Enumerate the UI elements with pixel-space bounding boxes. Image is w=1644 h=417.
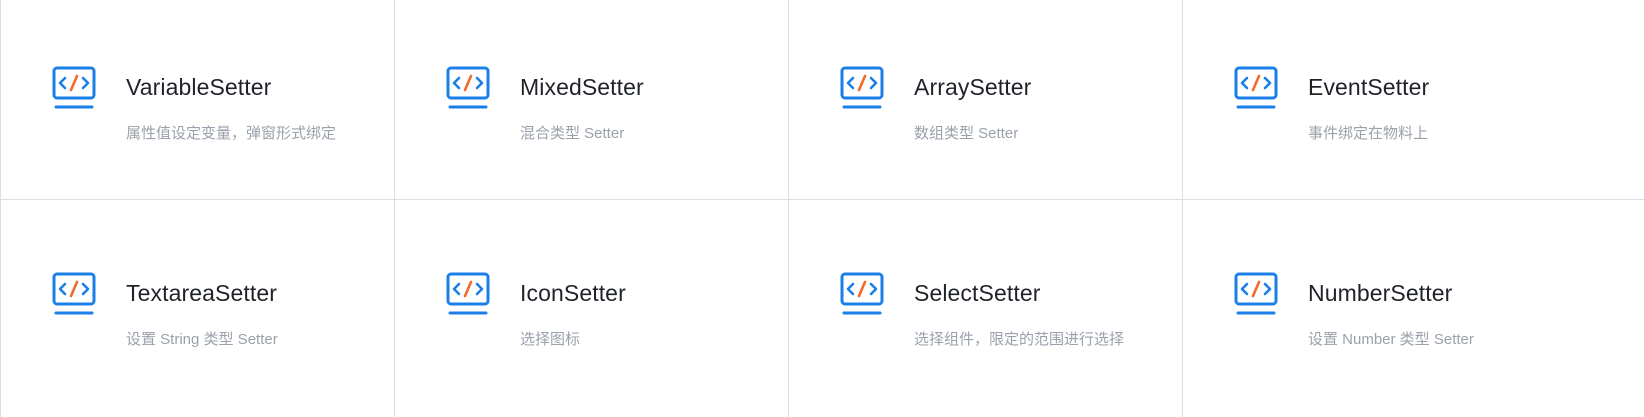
card-title: VariableSetter (126, 74, 272, 100)
code-monitor-icon (840, 272, 884, 315)
card-description: 事件绑定在物料上 (1308, 125, 1429, 142)
setter-card-grid: VariableSetter 属性值设定变量，弹窗形式绑定 MixedSette… (0, 0, 1644, 417)
card-description: 混合类型 Setter (520, 125, 625, 142)
card-description: 选择组件，限定的范围进行选择 (914, 331, 1125, 348)
card-title: ArraySetter (914, 74, 1032, 100)
code-monitor-icon (840, 66, 884, 109)
code-monitor-icon (52, 272, 96, 315)
code-monitor-icon (1234, 272, 1278, 315)
setter-card-array[interactable]: ArraySetter 数组类型 Setter (789, 0, 1183, 200)
card-title: TextareaSetter (126, 280, 277, 306)
code-monitor-icon (446, 66, 490, 109)
setter-card-textarea[interactable]: TextareaSetter 设置 String 类型 Setter (1, 200, 395, 417)
setter-card-variable[interactable]: VariableSetter 属性值设定变量，弹窗形式绑定 (1, 0, 395, 200)
card-title: MixedSetter (520, 74, 644, 100)
card-description: 设置 String 类型 Setter (126, 331, 278, 348)
code-monitor-icon (446, 272, 490, 315)
card-description: 设置 Number 类型 Setter (1308, 331, 1474, 348)
setter-card-event[interactable]: EventSetter 事件绑定在物料上 (1183, 0, 1644, 200)
card-title: SelectSetter (914, 280, 1041, 306)
card-description: 选择图标 (520, 331, 581, 348)
card-description: 数组类型 Setter (914, 125, 1019, 142)
card-title: IconSetter (520, 280, 626, 306)
card-title: NumberSetter (1308, 280, 1453, 306)
setter-card-mixed[interactable]: MixedSetter 混合类型 Setter (395, 0, 789, 200)
card-title: EventSetter (1308, 74, 1430, 100)
code-monitor-icon (52, 66, 96, 109)
setter-card-select[interactable]: SelectSetter 选择组件，限定的范围进行选择 (789, 200, 1183, 417)
setter-card-number[interactable]: NumberSetter 设置 Number 类型 Setter (1183, 200, 1644, 417)
code-monitor-icon (1234, 66, 1278, 109)
setter-card-icon[interactable]: IconSetter 选择图标 (395, 200, 789, 417)
card-description: 属性值设定变量，弹窗形式绑定 (126, 125, 337, 142)
